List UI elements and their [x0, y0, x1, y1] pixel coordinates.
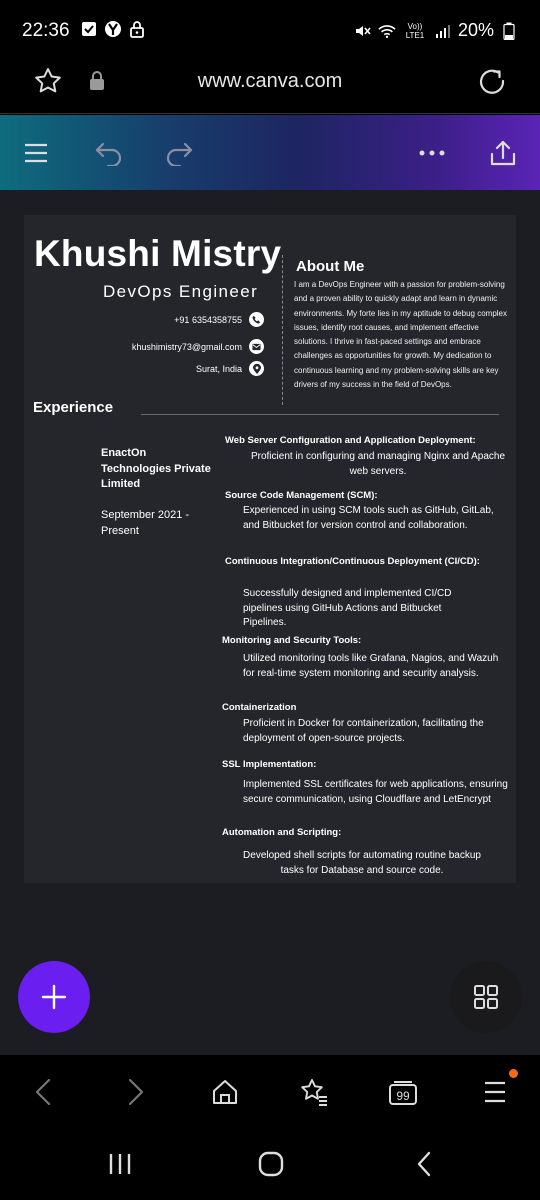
- wifi-icon: [378, 22, 396, 40]
- status-bar: 22:36 Vo)) LTE1 20%: [0, 0, 540, 60]
- contact-location[interactable]: Surat, India: [196, 361, 264, 376]
- section-text[interactable]: Proficient in Docker for containerizatio…: [243, 717, 511, 746]
- contact-email[interactable]: khushimistry73@gmail.com: [132, 339, 264, 354]
- home-icon[interactable]: [256, 1149, 286, 1179]
- about-title[interactable]: About Me: [296, 258, 364, 275]
- phone-text: +91 6354358755: [174, 314, 242, 325]
- section-heading[interactable]: SSL Implementation:: [222, 758, 507, 772]
- add-element-button[interactable]: [18, 961, 90, 1033]
- forward-icon[interactable]: [119, 1075, 153, 1109]
- share-icon[interactable]: [487, 137, 519, 169]
- yandex-icon: [104, 20, 122, 38]
- checkbox-icon: [80, 20, 98, 38]
- about-text[interactable]: I am a DevOps Engineer with a passion fo…: [294, 278, 508, 392]
- pages-grid-button[interactable]: [450, 961, 522, 1033]
- section-text[interactable]: Successfully designed and implemented CI…: [243, 587, 483, 631]
- experience-divider: [141, 414, 499, 415]
- section-heading[interactable]: Source Code Management (SCM):: [225, 489, 510, 503]
- header-divider: [282, 255, 283, 405]
- phone-icon: [249, 312, 264, 327]
- section-text[interactable]: Developed shell scripts for automating r…: [237, 849, 487, 878]
- location-icon: [249, 361, 264, 376]
- menu-icon[interactable]: [20, 137, 52, 169]
- contact-phone[interactable]: +91 6354358755: [174, 312, 264, 327]
- section-heading[interactable]: Continuous Integration/Continuous Deploy…: [225, 555, 490, 569]
- tabs-icon[interactable]: 99: [386, 1075, 420, 1109]
- reload-icon[interactable]: [477, 66, 507, 96]
- bookmark-icon[interactable]: [297, 1075, 331, 1109]
- status-time: 22:36: [22, 20, 70, 41]
- plus-icon: [41, 984, 67, 1010]
- url-text[interactable]: www.canva.com: [0, 70, 540, 93]
- section-heading[interactable]: Web Server Configuration and Application…: [225, 434, 510, 448]
- section-text[interactable]: Utilized monitoring tools like Grafana, …: [243, 652, 511, 681]
- battery-icon: [500, 22, 518, 40]
- back-icon[interactable]: [26, 1075, 60, 1109]
- tabs-count: 99: [396, 1089, 410, 1103]
- location-text: Surat, India: [195, 363, 242, 374]
- section-heading[interactable]: Containerization: [222, 701, 507, 715]
- resume-role[interactable]: DevOps Engineer: [103, 282, 258, 302]
- section-text[interactable]: Proficient in configuring and managing N…: [248, 450, 508, 479]
- recents-icon[interactable]: [105, 1149, 135, 1179]
- battery-percent: 20%: [457, 20, 494, 40]
- status-left-icons: [80, 20, 146, 38]
- system-nav: [0, 1127, 540, 1200]
- section-heading[interactable]: Automation and Scripting:: [222, 826, 507, 840]
- lock-icon: [128, 20, 146, 38]
- resume-page[interactable]: Khushi Mistry DevOps Engineer +91 635435…: [24, 215, 516, 883]
- home-icon[interactable]: [208, 1075, 242, 1109]
- volte-label: Vo)) LTE1: [405, 21, 425, 40]
- canva-toolbar: [0, 115, 540, 190]
- back-icon[interactable]: [409, 1149, 439, 1179]
- company-name[interactable]: EnactOn Technologies Private Limited: [101, 446, 211, 493]
- menu-icon[interactable]: [478, 1075, 512, 1109]
- notification-dot: [509, 1069, 518, 1078]
- editor-canvas: Khushi Mistry DevOps Engineer +91 635435…: [0, 190, 540, 1055]
- mute-icon: [354, 22, 372, 40]
- more-icon[interactable]: [416, 137, 448, 169]
- browser-nav: 99: [0, 1055, 540, 1127]
- status-right: Vo)) LTE1 20%: [354, 20, 518, 41]
- experience-title[interactable]: Experience: [33, 399, 113, 416]
- grid-icon: [474, 985, 498, 1009]
- signal-icon: [434, 22, 452, 40]
- section-text[interactable]: Experienced in using SCM tools such as G…: [243, 504, 505, 533]
- redo-icon[interactable]: [163, 137, 195, 169]
- employment-period[interactable]: September 2021 - Present: [101, 508, 211, 539]
- email-icon: [249, 339, 264, 354]
- email-text: khushimistry73@gmail.com: [131, 341, 242, 352]
- url-bar: www.canva.com: [0, 60, 540, 114]
- resume-name[interactable]: Khushi Mistry: [34, 233, 281, 275]
- section-heading[interactable]: Monitoring and Security Tools:: [222, 634, 507, 648]
- undo-icon[interactable]: [93, 137, 125, 169]
- section-text[interactable]: Implemented SSL certificates for web app…: [243, 778, 511, 807]
